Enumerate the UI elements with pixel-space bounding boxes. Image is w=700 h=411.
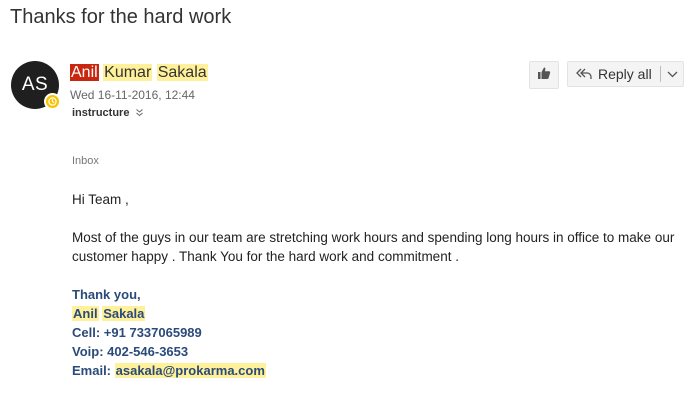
message-greeting: Hi Team , <box>72 192 129 207</box>
cell-number: +91 7337065989 <box>103 325 202 340</box>
message-date: Wed 16-11-2016, 12:44 <box>70 88 195 102</box>
folder-label: Inbox <box>72 155 99 167</box>
signature-last-name: Sakala <box>102 306 146 321</box>
sender-last-name: Sakala <box>156 64 208 81</box>
voip-label: Voip: <box>72 344 104 359</box>
signature: Thank you, Anil Sakala Cell: +91 7337065… <box>72 285 266 380</box>
signature-voip: Voip: 402-546-3653 <box>72 342 266 361</box>
signature-email: Email: asakala@prokarma.com <box>72 361 266 380</box>
presence-away-icon <box>44 93 61 110</box>
signature-name: Anil Sakala <box>72 304 266 323</box>
reply-all-button[interactable]: Reply all <box>567 61 684 87</box>
cell-label: Cell: <box>72 325 101 340</box>
signature-closing: Thank you, <box>72 287 141 302</box>
recipient-row[interactable]: instructure <box>72 107 144 119</box>
message-subject: Thanks for the hard work <box>10 6 232 28</box>
expand-recipients-icon[interactable] <box>135 108 144 119</box>
email-label: Email: <box>72 363 112 378</box>
chevron-down-icon[interactable] <box>667 71 678 78</box>
like-button[interactable] <box>529 61 559 89</box>
email-link[interactable]: asakala@prokarma.com <box>114 363 266 378</box>
sender-middle-name: Kumar <box>103 64 153 81</box>
recipient-name: instructure <box>72 107 130 119</box>
signature-cell: Cell: +91 7337065989 <box>72 323 266 342</box>
message-paragraph: Most of the guys in our team are stretch… <box>72 230 675 264</box>
avatar-initials: AS <box>21 74 49 95</box>
sender-name[interactable]: Anil Kumar Sakala <box>70 64 208 82</box>
reply-all-label: Reply all <box>598 66 652 82</box>
reply-all-icon <box>576 67 592 81</box>
signature-first-name: Anil <box>72 306 99 321</box>
message-body: Hi Team , Most of the guys in our team a… <box>72 190 682 266</box>
thumbs-up-icon <box>537 66 551 85</box>
voip-number: 402-546-3653 <box>107 344 189 359</box>
sender-first-name: Anil <box>70 64 99 81</box>
button-divider <box>659 66 661 82</box>
